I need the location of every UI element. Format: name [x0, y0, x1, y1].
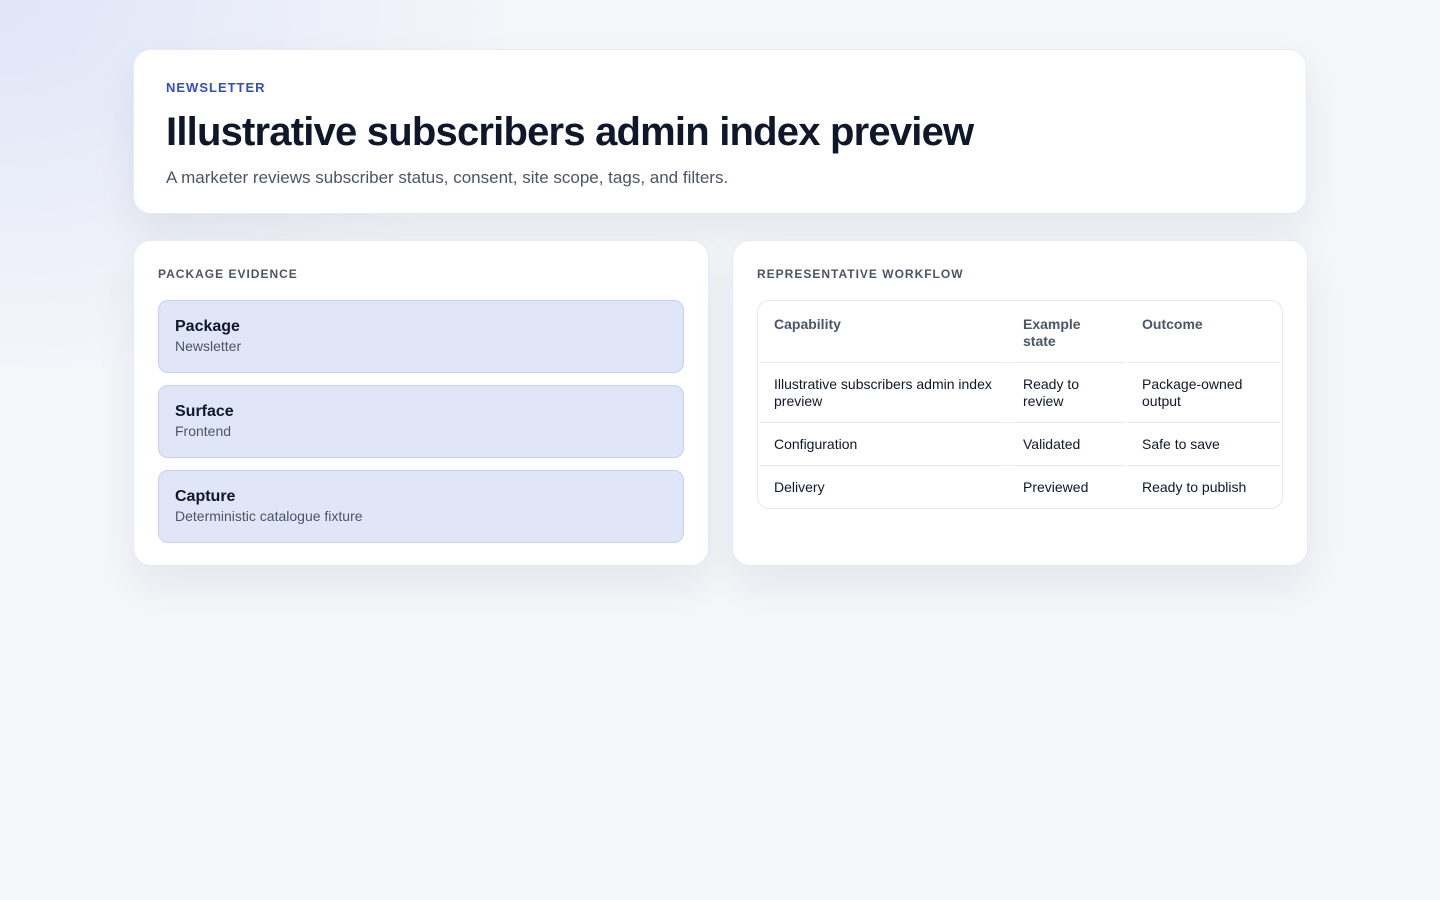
workflow-table-container: Capability Example state Outcome Illustr…: [757, 300, 1283, 509]
table-row: Configuration Validated Safe to save: [760, 422, 1280, 465]
evidence-label: Surface: [175, 403, 234, 420]
table-cell-capability: Configuration: [760, 422, 1007, 465]
table-row: Illustrative subscribers admin index pre…: [760, 362, 1280, 422]
table-cell-example-state: Ready to review: [1009, 362, 1126, 422]
table-cell-example-state: Previewed: [1009, 465, 1126, 508]
page-subtitle: A marketer reviews subscriber status, co…: [166, 168, 729, 187]
page-title: Illustrative subscribers admin index pre…: [166, 110, 974, 154]
workflow-table: Capability Example state Outcome Illustr…: [758, 301, 1282, 508]
evidence-value: Frontend: [175, 423, 232, 439]
evidence-value: Newsletter: [175, 338, 242, 354]
package-evidence-heading: PACKAGE EVIDENCE: [158, 267, 298, 281]
representative-workflow-panel: REPRESENTATIVE WORKFLOW Capability Examp…: [732, 240, 1308, 566]
evidence-label: Capture: [175, 488, 236, 505]
table-cell-outcome: Ready to publish: [1128, 465, 1280, 508]
evidence-card-package: Package Newsletter: [158, 300, 684, 373]
package-evidence-panel: PACKAGE EVIDENCE Package Newsletter Surf…: [133, 240, 709, 566]
workflow-heading: REPRESENTATIVE WORKFLOW: [757, 267, 964, 281]
column-header-outcome: Outcome: [1142, 316, 1203, 332]
page-header: NEWSLETTER Illustrative subscribers admi…: [133, 49, 1307, 214]
evidence-label: Package: [175, 318, 240, 335]
evidence-card-capture: Capture Deterministic catalogue fixture: [158, 470, 684, 543]
table-cell-outcome: Package-owned output: [1128, 362, 1280, 422]
column-header-capability: Capability: [774, 316, 841, 332]
table-cell-example-state: Validated: [1009, 422, 1126, 465]
table-cell-outcome: Safe to save: [1128, 422, 1280, 465]
table-cell-capability: Illustrative subscribers admin index pre…: [760, 362, 1007, 422]
package-eyebrow: NEWSLETTER: [166, 80, 266, 95]
evidence-value: Deterministic catalogue fixture: [175, 508, 363, 524]
page: NEWSLETTER Illustrative subscribers admi…: [0, 0, 1440, 900]
column-header-example-state: Example state: [1023, 316, 1081, 349]
table-row: Delivery Previewed Ready to publish: [760, 465, 1280, 508]
table-cell-capability: Delivery: [760, 465, 1007, 508]
evidence-card-surface: Surface Frontend: [158, 385, 684, 458]
table-header-row: Capability Example state Outcome: [760, 301, 1280, 362]
evidence-list: Package Newsletter Surface Frontend Capt…: [158, 300, 684, 543]
